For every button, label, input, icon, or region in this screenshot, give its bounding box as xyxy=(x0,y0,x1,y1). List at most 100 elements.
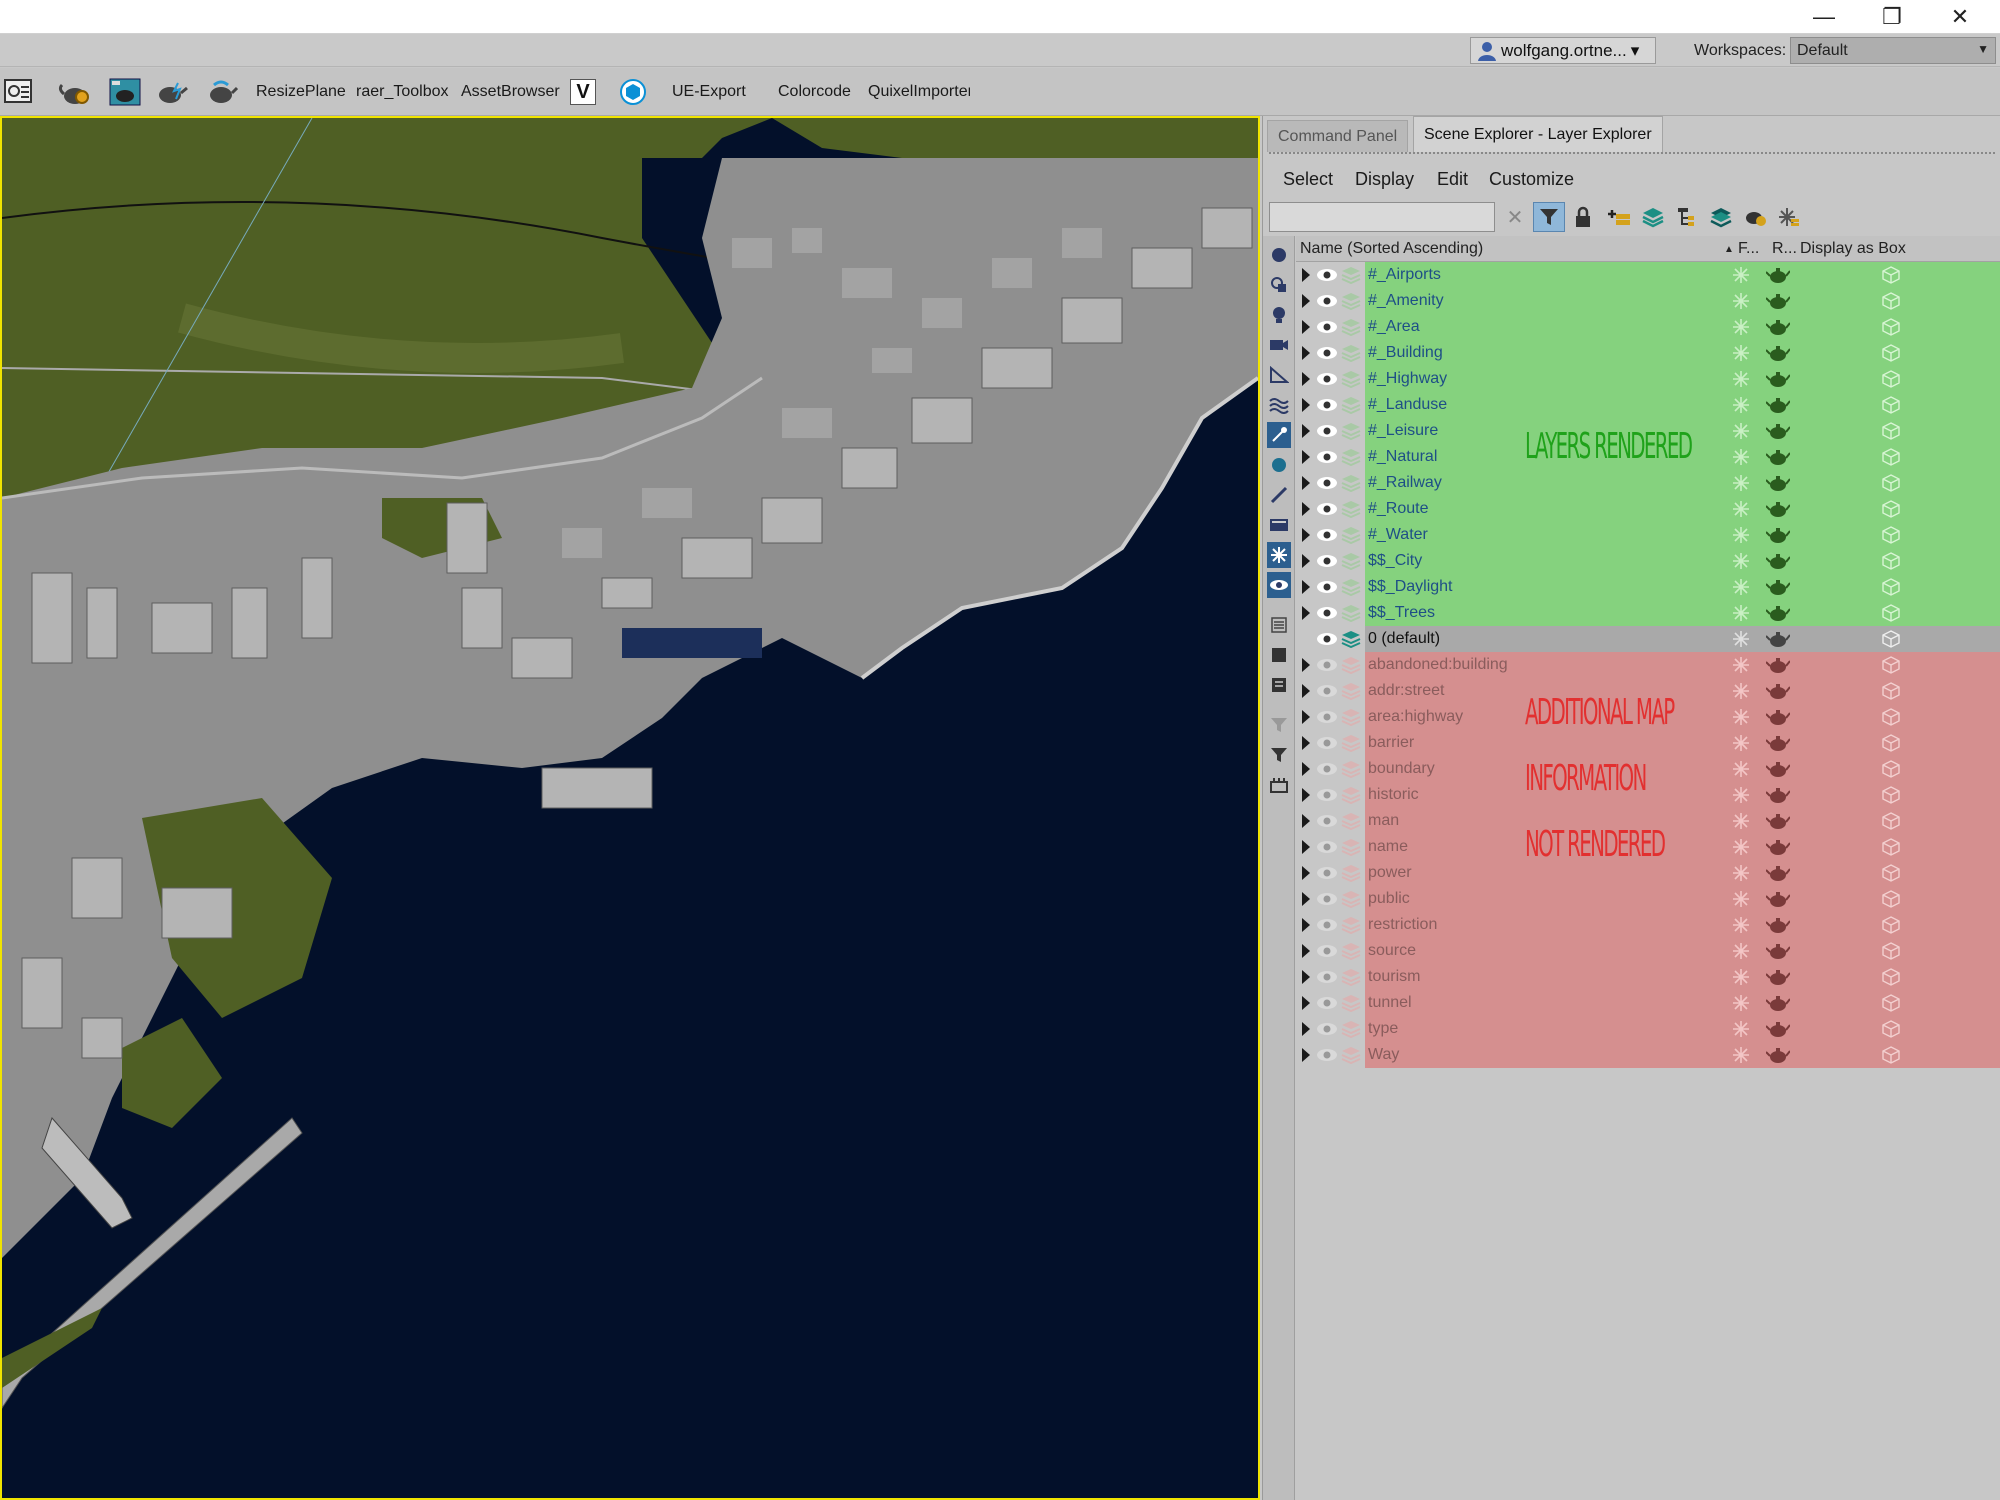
layer-name[interactable]: abandoned:building xyxy=(1368,656,1508,674)
cube-export-icon[interactable] xyxy=(616,76,650,108)
layer-name[interactable]: #_Highway xyxy=(1368,370,1447,388)
eye-icon[interactable] xyxy=(1316,631,1338,647)
teapot-icon[interactable] xyxy=(1765,760,1791,778)
layer-name[interactable]: $$_City xyxy=(1368,552,1422,570)
snowflake-icon[interactable] xyxy=(1731,837,1751,857)
layer-name[interactable]: source xyxy=(1368,942,1416,960)
expand-arrow-icon[interactable] xyxy=(1302,424,1310,438)
layer-row[interactable]: type xyxy=(1296,1016,2000,1042)
display-box-icon[interactable] xyxy=(1881,759,1901,779)
teapot-icon[interactable] xyxy=(1765,994,1791,1012)
teapot-icon[interactable] xyxy=(1765,1046,1791,1064)
snowflake-icon[interactable] xyxy=(1731,577,1751,597)
lights-filter-icon[interactable] xyxy=(1267,302,1291,328)
layer-row[interactable]: Way xyxy=(1296,1042,2000,1068)
snowflake-icon[interactable] xyxy=(1731,447,1751,467)
snowflake-icon[interactable] xyxy=(1731,915,1751,935)
display-box-icon[interactable] xyxy=(1881,681,1901,701)
filter-toggle-button[interactable] xyxy=(1533,202,1565,232)
add-to-layer-button[interactable] xyxy=(1637,202,1669,232)
display-box-icon[interactable] xyxy=(1881,655,1901,675)
teapot-icon[interactable] xyxy=(1765,656,1791,674)
eye-icon[interactable] xyxy=(1316,553,1338,569)
column-display-as-box[interactable]: Display as Box xyxy=(1800,240,1906,258)
display-box-icon[interactable] xyxy=(1881,317,1901,337)
expand-arrow-icon[interactable] xyxy=(1302,892,1310,906)
layer-name[interactable]: addr:street xyxy=(1368,682,1444,700)
teapot-icon[interactable] xyxy=(1765,344,1791,362)
snowflake-icon[interactable] xyxy=(1731,499,1751,519)
snowflake-icon[interactable] xyxy=(1731,863,1751,883)
eye-icon[interactable] xyxy=(1316,761,1338,777)
select-none-icon[interactable] xyxy=(1267,672,1291,698)
teapot-icon[interactable] xyxy=(1765,838,1791,856)
resizeplane-button[interactable]: ResizePlane xyxy=(256,83,346,101)
layer-name[interactable]: barrier xyxy=(1368,734,1414,752)
teapot-icon[interactable] xyxy=(1765,448,1791,466)
snowflake-icon[interactable] xyxy=(1731,811,1751,831)
expand-arrow-icon[interactable] xyxy=(1302,554,1310,568)
layer-manager-button[interactable] xyxy=(1705,202,1737,232)
ue-export-button[interactable]: UE-Export xyxy=(672,83,746,101)
layer-row[interactable]: abandoned:building xyxy=(1296,652,2000,678)
snowflake-icon[interactable] xyxy=(1731,1045,1751,1065)
display-box-icon[interactable] xyxy=(1881,811,1901,831)
eye-icon[interactable] xyxy=(1316,683,1338,699)
layer-row[interactable]: #_Area xyxy=(1296,314,2000,340)
display-box-icon[interactable] xyxy=(1881,551,1901,571)
expand-arrow-icon[interactable] xyxy=(1302,918,1310,932)
layer-name[interactable]: 0 (default) xyxy=(1368,630,1440,648)
eye-icon[interactable] xyxy=(1316,943,1338,959)
shapes-filter-icon[interactable] xyxy=(1267,272,1291,298)
teapot-icon[interactable] xyxy=(1765,942,1791,960)
snowflake-icon[interactable] xyxy=(1731,889,1751,909)
display-box-icon[interactable] xyxy=(1881,733,1901,753)
eye-icon[interactable] xyxy=(1316,319,1338,335)
menu-select[interactable]: Select xyxy=(1283,169,1333,190)
layer-row[interactable]: $$_City xyxy=(1296,548,2000,574)
expand-arrow-icon[interactable] xyxy=(1302,606,1310,620)
macro-recorder-icon[interactable] xyxy=(2,76,36,108)
teapot-icon[interactable] xyxy=(1765,734,1791,752)
teapot-icon[interactable] xyxy=(1765,916,1791,934)
layer-name[interactable]: #_Building xyxy=(1368,344,1443,362)
display-box-icon[interactable] xyxy=(1881,577,1901,597)
colorcode-button[interactable]: Colorcode xyxy=(778,83,851,101)
layer-row[interactable]: #_Landuse xyxy=(1296,392,2000,418)
snowflake-icon[interactable] xyxy=(1731,551,1751,571)
configure-filter-icon[interactable] xyxy=(1267,772,1291,798)
teapot-icon[interactable] xyxy=(1765,266,1791,284)
eye-icon[interactable] xyxy=(1316,397,1338,413)
eye-icon[interactable] xyxy=(1316,917,1338,933)
layer-row[interactable]: historic xyxy=(1296,782,2000,808)
layer-row[interactable]: #_Airports xyxy=(1296,262,2000,288)
layer-name[interactable]: #_Railway xyxy=(1368,474,1442,492)
snowflake-icon[interactable] xyxy=(1731,733,1751,753)
spacewarps-filter-icon[interactable] xyxy=(1267,392,1291,418)
eye-icon[interactable] xyxy=(1316,293,1338,309)
filter-icon[interactable] xyxy=(1267,742,1291,768)
eye-icon[interactable] xyxy=(1316,1047,1338,1063)
menu-edit[interactable]: Edit xyxy=(1437,169,1468,190)
expand-arrow-icon[interactable] xyxy=(1302,268,1310,282)
display-box-icon[interactable] xyxy=(1881,707,1901,727)
eye-icon[interactable] xyxy=(1316,1021,1338,1037)
expand-arrow-icon[interactable] xyxy=(1302,450,1310,464)
column-renderable[interactable]: R... xyxy=(1772,240,1797,258)
layer-name[interactable]: area:highway xyxy=(1368,708,1463,726)
display-box-icon[interactable] xyxy=(1881,1045,1901,1065)
containers-filter-icon[interactable] xyxy=(1267,512,1291,538)
expand-arrow-icon[interactable] xyxy=(1302,736,1310,750)
display-box-icon[interactable] xyxy=(1881,1019,1901,1039)
layer-row[interactable]: #_Highway xyxy=(1296,366,2000,392)
eye-icon[interactable] xyxy=(1316,787,1338,803)
teapot-icon[interactable] xyxy=(1765,292,1791,310)
teapot-icon[interactable] xyxy=(1765,396,1791,414)
expand-arrow-icon[interactable] xyxy=(1302,294,1310,308)
snowflake-icon[interactable] xyxy=(1731,707,1751,727)
eye-icon[interactable] xyxy=(1316,579,1338,595)
eye-icon[interactable] xyxy=(1316,605,1338,621)
expand-arrow-icon[interactable] xyxy=(1302,944,1310,958)
layer-name[interactable]: #_Natural xyxy=(1368,448,1437,466)
snowflake-icon[interactable] xyxy=(1731,265,1751,285)
